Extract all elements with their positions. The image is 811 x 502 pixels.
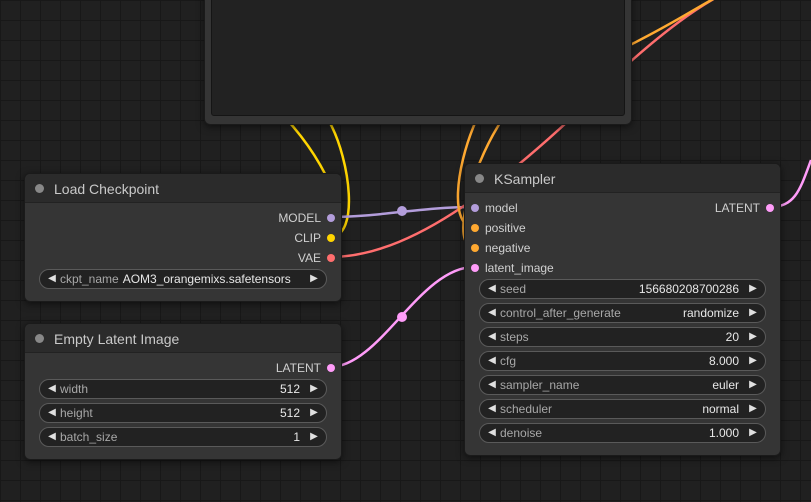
output-slot-vae[interactable]: VAE — [298, 248, 321, 268]
collapse-dot-icon[interactable] — [35, 334, 44, 343]
ksampler-node[interactable]: KSampler model LATENT positive negative … — [464, 163, 781, 456]
scheduler-combo[interactable]: ◀ scheduler normal ▶ — [479, 399, 766, 419]
image-preview-area — [211, 0, 625, 116]
latent-input-dot-icon[interactable] — [471, 264, 479, 272]
right-arrow-icon[interactable]: ▶ — [745, 400, 761, 418]
denoise-number-widget[interactable]: ◀ denoise 1.000 ▶ — [479, 423, 766, 443]
image-preview-node[interactable] — [204, 0, 632, 125]
height-number-widget[interactable]: ◀ height 512 ▶ — [39, 403, 327, 423]
output-slot-clip[interactable]: CLIP — [294, 228, 321, 248]
model-input-dot-icon[interactable] — [471, 204, 479, 212]
input-slot-positive[interactable]: positive — [485, 218, 526, 238]
left-arrow-icon[interactable]: ◀ — [484, 304, 500, 322]
latent-output-dot-icon[interactable] — [327, 364, 335, 372]
collapse-dot-icon[interactable] — [475, 174, 484, 183]
batch-size-number-widget[interactable]: ◀ batch_size 1 ▶ — [39, 427, 327, 447]
vae-output-dot-icon[interactable] — [327, 254, 335, 262]
left-arrow-icon[interactable]: ◀ — [484, 424, 500, 442]
right-arrow-icon[interactable]: ▶ — [745, 328, 761, 346]
left-arrow-icon[interactable]: ◀ — [484, 400, 500, 418]
positive-input-dot-icon[interactable] — [471, 224, 479, 232]
input-slot-model[interactable]: model — [485, 198, 518, 218]
output-slot-latent[interactable]: LATENT — [276, 358, 321, 378]
right-arrow-icon[interactable]: ▶ — [306, 380, 322, 398]
right-arrow-icon[interactable]: ▶ — [745, 352, 761, 370]
output-slot-model[interactable]: MODEL — [278, 208, 321, 228]
model-output-dot-icon[interactable] — [327, 214, 335, 222]
left-arrow-icon[interactable]: ◀ — [44, 404, 60, 422]
input-slot-latent-image[interactable]: latent_image — [485, 258, 554, 278]
output-slot-latent[interactable]: LATENT — [715, 198, 760, 218]
left-arrow-icon[interactable]: ◀ — [44, 380, 60, 398]
seed-number-widget[interactable]: ◀ seed 156680208700286 ▶ — [479, 279, 766, 299]
clip-output-dot-icon[interactable] — [327, 234, 335, 242]
right-arrow-icon[interactable]: ▶ — [306, 428, 322, 446]
left-arrow-icon[interactable]: ◀ — [484, 376, 500, 394]
node-title: Empty Latent Image — [54, 331, 180, 347]
node-title-bar[interactable]: Load Checkpoint — [25, 174, 341, 203]
negative-input-dot-icon[interactable] — [471, 244, 479, 252]
right-arrow-icon[interactable]: ▶ — [306, 270, 322, 288]
ckpt-name-combo[interactable]: ◀ ckpt_name AOM3_orangemixs.safetensors ▶ — [39, 269, 327, 289]
left-arrow-icon[interactable]: ◀ — [484, 280, 500, 298]
sampler-name-combo[interactable]: ◀ sampler_name euler ▶ — [479, 375, 766, 395]
right-arrow-icon[interactable]: ▶ — [745, 424, 761, 442]
right-arrow-icon[interactable]: ▶ — [306, 404, 322, 422]
left-arrow-icon[interactable]: ◀ — [484, 352, 500, 370]
input-slot-negative[interactable]: negative — [485, 238, 530, 258]
steps-number-widget[interactable]: ◀ steps 20 ▶ — [479, 327, 766, 347]
control-after-generate-combo[interactable]: ◀ control_after_generate randomize ▶ — [479, 303, 766, 323]
node-title: Load Checkpoint — [54, 181, 160, 197]
ckpt-value: AOM3_orangemixs.safetensors — [122, 272, 291, 286]
right-arrow-icon[interactable]: ▶ — [745, 304, 761, 322]
width-number-widget[interactable]: ◀ width 512 ▶ — [39, 379, 327, 399]
empty-latent-image-node[interactable]: Empty Latent Image LATENT ◀ width 512 ▶ … — [24, 323, 342, 460]
node-title-bar[interactable]: KSampler — [465, 164, 780, 193]
node-title: KSampler — [494, 171, 556, 187]
node-title-bar[interactable]: Empty Latent Image — [25, 324, 341, 353]
left-arrow-icon[interactable]: ◀ — [44, 270, 60, 288]
left-arrow-icon[interactable]: ◀ — [484, 328, 500, 346]
load-checkpoint-node[interactable]: Load Checkpoint MODEL CLIP VAE ◀ ckpt_na… — [24, 173, 342, 302]
wire-latent-in — [329, 265, 475, 369]
cfg-number-widget[interactable]: ◀ cfg 8.000 ▶ — [479, 351, 766, 371]
latent-output-dot-icon[interactable] — [766, 204, 774, 212]
left-arrow-icon[interactable]: ◀ — [44, 428, 60, 446]
right-arrow-icon[interactable]: ▶ — [745, 280, 761, 298]
right-arrow-icon[interactable]: ▶ — [745, 376, 761, 394]
collapse-dot-icon[interactable] — [35, 184, 44, 193]
